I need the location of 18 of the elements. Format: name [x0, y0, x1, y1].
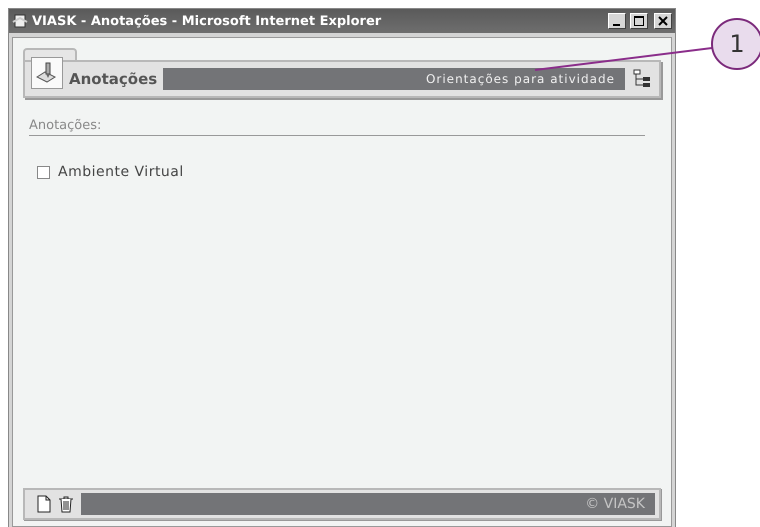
brand-label: © VIASK	[585, 496, 645, 512]
maximize-button[interactable]	[630, 13, 648, 29]
panel-title: Anotações	[69, 70, 158, 88]
section-heading: Anotações:	[29, 118, 645, 136]
close-button[interactable]	[654, 13, 672, 29]
browser-icon	[12, 13, 28, 29]
new-page-icon[interactable]	[37, 495, 51, 513]
callout-badge: 1	[711, 18, 760, 70]
window-title: VIASK - Anotações - Microsoft Internet Explorer	[32, 14, 382, 28]
activity-subtitle: Orientações para atividade	[426, 72, 615, 86]
trash-icon[interactable]	[57, 495, 75, 513]
close-icon	[658, 16, 668, 26]
maximize-icon	[634, 16, 644, 26]
tree-icon[interactable]	[631, 69, 653, 89]
minimize-button[interactable]	[608, 13, 626, 29]
minimize-icon	[612, 24, 620, 26]
checkbox-label: Ambiente Virtual	[58, 164, 184, 180]
checkbox[interactable]	[37, 166, 50, 178]
